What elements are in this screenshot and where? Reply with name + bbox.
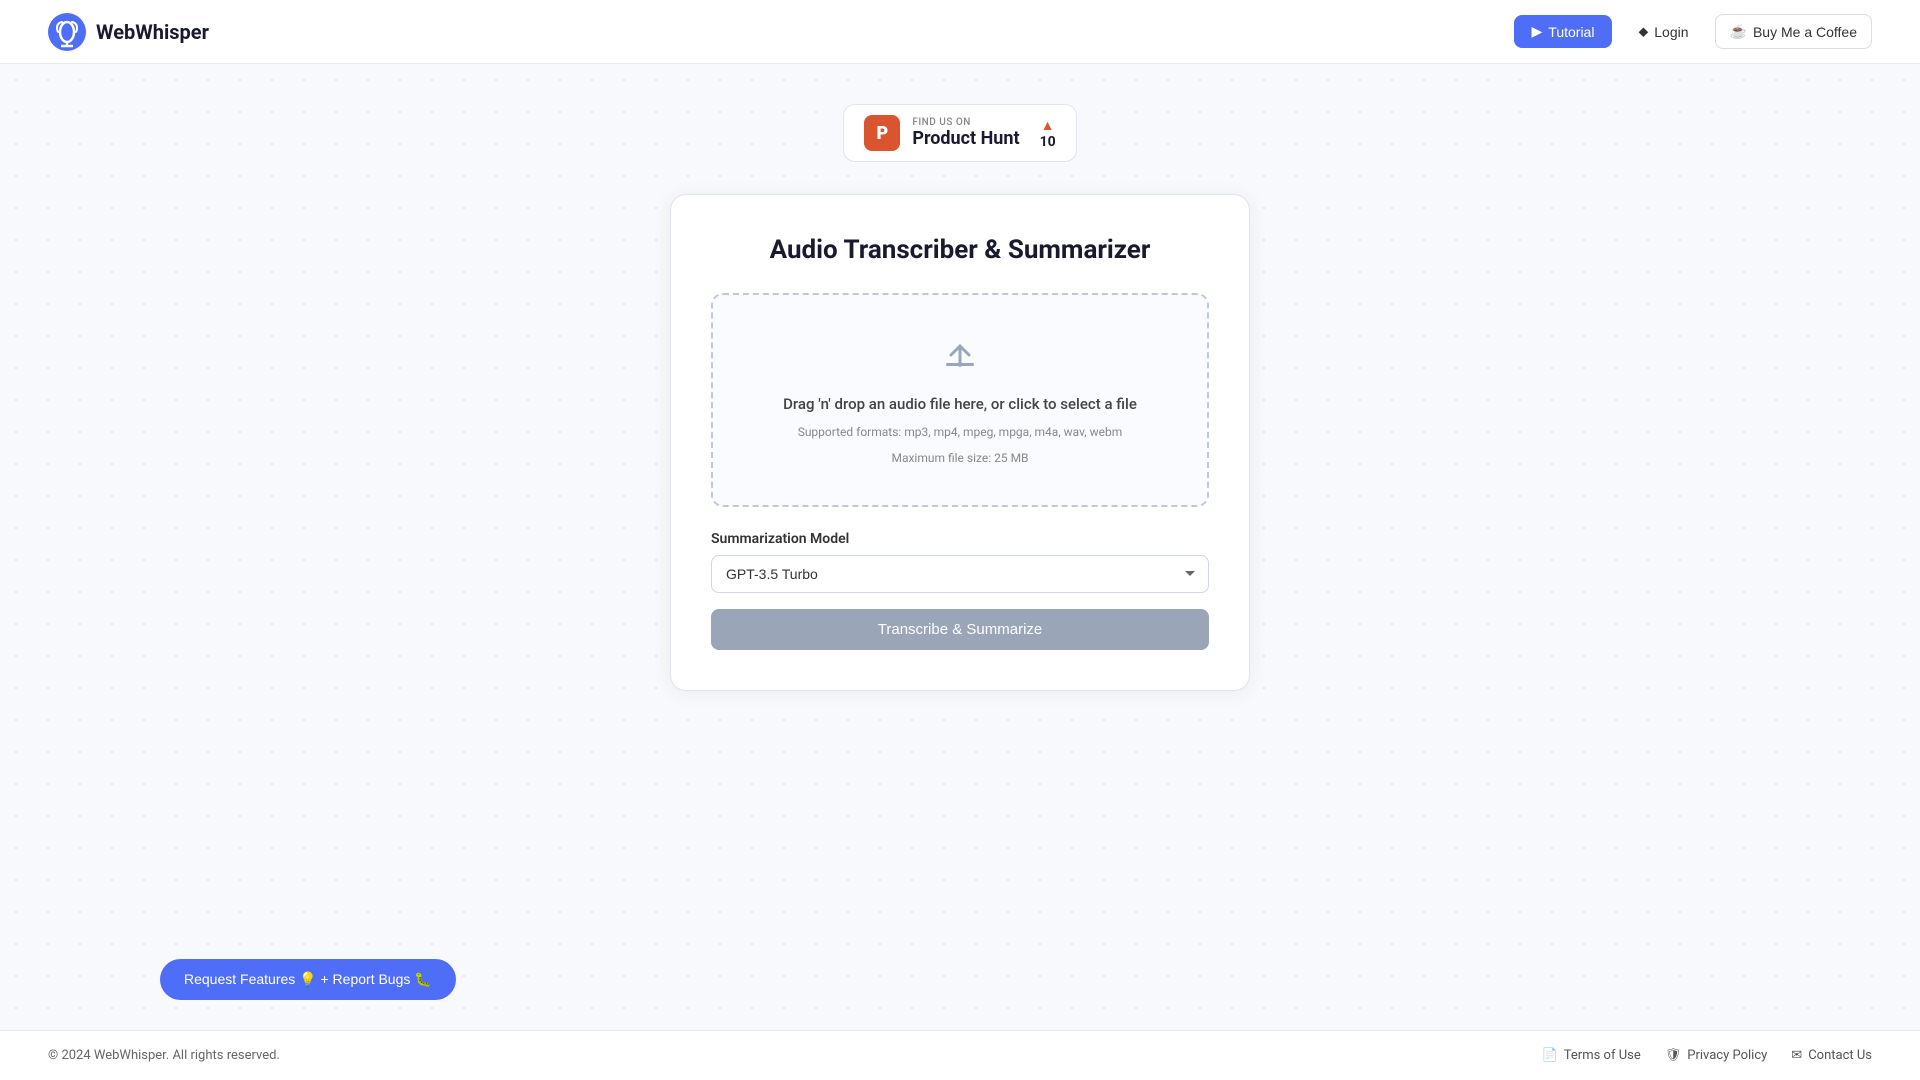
upload-icon — [936, 335, 984, 383]
login-icon: ⬥ — [1638, 23, 1648, 40]
footer-copyright: © 2024 WebWhisper. All rights reserved. — [48, 1048, 280, 1063]
login-label: Login — [1654, 24, 1688, 40]
coffee-icon: ☕ — [1730, 23, 1747, 40]
terms-link[interactable]: 📄 Terms of Use — [1542, 1048, 1641, 1063]
ph-arrow-icon: ▲ — [1041, 117, 1055, 134]
main-content: P FIND US ON Product Hunt ▲ 10 Audio Tra… — [0, 64, 1920, 691]
drop-formats: Supported formats: mp3, mp4, mpeg, mpga,… — [798, 425, 1123, 439]
terms-label: Terms of Use — [1564, 1048, 1641, 1063]
login-button[interactable]: ⬥ Login — [1624, 15, 1702, 48]
transcribe-button[interactable]: Transcribe & Summarize — [711, 609, 1209, 650]
drop-size: Maximum file size: 25 MB — [891, 451, 1028, 465]
tutorial-button[interactable]: ▶ Tutorial — [1514, 15, 1613, 48]
webwhisper-logo — [48, 13, 86, 51]
tutorial-label: Tutorial — [1548, 24, 1594, 40]
terms-icon: 📄 — [1542, 1048, 1558, 1063]
contact-label: Contact Us — [1808, 1048, 1872, 1063]
ph-logo: P — [864, 115, 900, 151]
model-select[interactable]: GPT-3.5 Turbo GPT-4 — [711, 555, 1209, 593]
privacy-label: Privacy Policy — [1687, 1048, 1767, 1063]
ph-name: Product Hunt — [912, 128, 1019, 149]
brand-name: WebWhisper — [96, 20, 209, 44]
ph-count: 10 — [1040, 134, 1056, 150]
drop-main-text: Drag 'n' drop an audio file here, or cli… — [783, 395, 1137, 413]
ph-find-text: FIND US ON — [912, 117, 1019, 128]
product-hunt-banner[interactable]: P FIND US ON Product Hunt ▲ 10 — [843, 104, 1076, 162]
ph-text: FIND US ON Product Hunt — [912, 117, 1019, 149]
navbar: WebWhisper ▶ Tutorial ⬥ Login ☕ Buy Me a… — [0, 0, 1920, 64]
footer: © 2024 WebWhisper. All rights reserved. … — [0, 1030, 1920, 1080]
footer-links: 📄 Terms of Use 🛡 Privacy Policy ✉ Contac… — [1542, 1048, 1872, 1063]
contact-link[interactable]: ✉ Contact Us — [1791, 1048, 1872, 1063]
coffee-label: Buy Me a Coffee — [1753, 24, 1857, 40]
privacy-link[interactable]: 🛡 Privacy Policy — [1665, 1048, 1768, 1063]
play-icon: ▶ — [1532, 23, 1543, 40]
model-label: Summarization Model — [711, 531, 1209, 547]
privacy-icon: 🛡 — [1665, 1048, 1682, 1063]
navbar-actions: ▶ Tutorial ⬥ Login ☕ Buy Me a Coffee — [1514, 14, 1873, 49]
card-title: Audio Transcriber & Summarizer — [711, 235, 1209, 265]
coffee-button[interactable]: ☕ Buy Me a Coffee — [1715, 14, 1872, 49]
main-card: Audio Transcriber & Summarizer Drag 'n' … — [670, 194, 1250, 691]
request-report-button[interactable]: Request Features 💡 + Report Bugs 🐛 — [160, 959, 456, 1000]
navbar-brand-section: WebWhisper — [48, 13, 209, 51]
contact-icon: ✉ — [1791, 1048, 1802, 1063]
file-drop-zone[interactable]: Drag 'n' drop an audio file here, or cli… — [711, 293, 1209, 507]
ph-badge: ▲ 10 — [1040, 117, 1056, 150]
